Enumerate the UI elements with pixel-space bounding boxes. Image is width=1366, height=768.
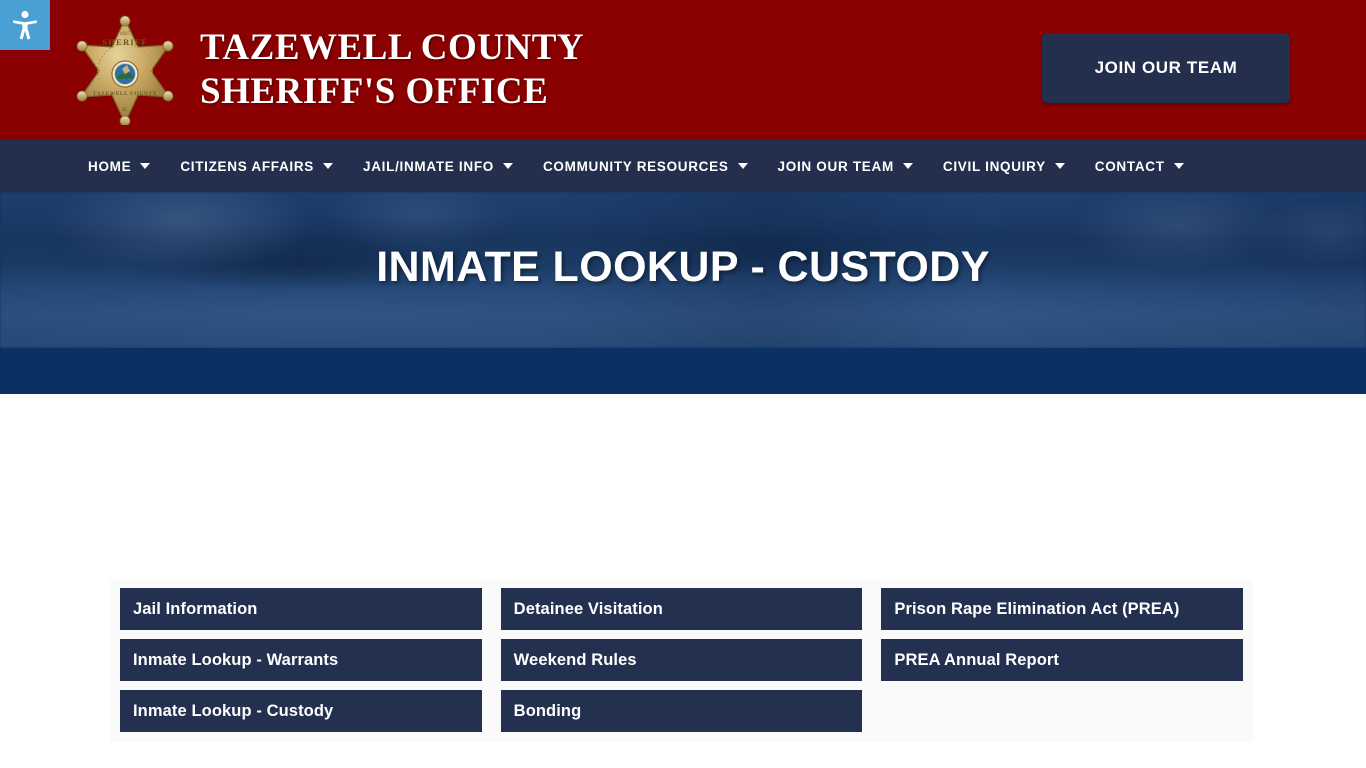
sheriff-star-badge-icon: SHERIFF 1827 TAZEWELL COUNTY IL xyxy=(70,15,180,125)
chevron-down-icon xyxy=(323,163,334,169)
link-prea[interactable]: Prison Rape Elimination Act (PREA) xyxy=(881,588,1244,630)
nav-label: CIVIL INQUIRY xyxy=(942,158,1046,174)
link-weekend-rules[interactable]: Weekend Rules xyxy=(500,639,863,681)
nav-label: COMMUNITY RESOURCES xyxy=(542,158,729,174)
link-prea-annual-report[interactable]: PREA Annual Report xyxy=(881,639,1244,681)
nav-item-civil-inquiry[interactable]: CIVIL INQUIRY xyxy=(943,140,1065,192)
nav-item-jail-inmate-info[interactable]: JAIL/INMATE INFO xyxy=(363,140,513,192)
main-content: Jail Information Inmate Lookup - Warrant… xyxy=(0,394,1366,768)
hero-banner: INMATE LOOKUP - CUSTODY xyxy=(0,192,1366,394)
nav-label: CONTACT xyxy=(1094,158,1165,174)
nav-label: JOIN OUR TEAM xyxy=(777,158,894,174)
chevron-down-icon xyxy=(902,163,913,169)
link-detainee-visitation[interactable]: Detainee Visitation xyxy=(500,588,863,630)
links-column-2: Detainee Visitation Weekend Rules Bondin… xyxy=(500,588,863,732)
chevron-down-icon xyxy=(140,163,151,169)
nav-item-contact[interactable]: CONTACT xyxy=(1095,140,1184,192)
main-navigation: HOME CITIZENS AFFAIRS JAIL/INMATE INFO C… xyxy=(0,140,1366,192)
svg-text:1827: 1827 xyxy=(120,31,131,37)
svg-text:SHERIFF: SHERIFF xyxy=(102,37,147,47)
brand-block[interactable]: SHERIFF 1827 TAZEWELL COUNTY IL TAZEWELL… xyxy=(70,15,584,125)
links-column-3: Prison Rape Elimination Act (PREA) PREA … xyxy=(881,588,1244,732)
nav-label: CITIZENS AFFAIRS xyxy=(180,158,315,174)
chevron-down-icon xyxy=(1054,163,1065,169)
nav-item-join-our-team[interactable]: JOIN OUR TEAM xyxy=(778,140,913,192)
chevron-down-icon xyxy=(502,163,513,169)
link-bonding[interactable]: Bonding xyxy=(500,690,863,732)
links-column-1: Jail Information Inmate Lookup - Warrant… xyxy=(120,588,482,732)
svg-text:TAZEWELL COUNTY: TAZEWELL COUNTY xyxy=(93,91,157,97)
nav-label: JAIL/INMATE INFO xyxy=(363,158,494,174)
page-title: INMATE LOOKUP - CUSTODY xyxy=(376,242,990,291)
accessibility-widget-button[interactable] xyxy=(0,0,50,50)
link-inmate-lookup-warrants[interactable]: Inmate Lookup - Warrants xyxy=(120,639,482,681)
join-our-team-button[interactable]: JOIN OUR TEAM xyxy=(1042,33,1290,103)
nav-item-home[interactable]: HOME xyxy=(88,140,151,192)
link-jail-information[interactable]: Jail Information xyxy=(120,588,482,630)
site-header: SHERIFF 1827 TAZEWELL COUNTY IL TAZEWELL… xyxy=(0,0,1366,140)
svg-text:IL: IL xyxy=(122,107,128,113)
quick-links-panel: Jail Information Inmate Lookup - Warrant… xyxy=(110,580,1253,742)
link-inmate-lookup-custody[interactable]: Inmate Lookup - Custody xyxy=(120,690,482,732)
nav-item-community-resources[interactable]: COMMUNITY RESOURCES xyxy=(543,140,748,192)
accessibility-person-icon xyxy=(11,10,39,40)
nav-label: HOME xyxy=(88,158,132,174)
nav-item-citizens-affairs[interactable]: CITIZENS AFFAIRS xyxy=(180,140,334,192)
site-title: TAZEWELL COUNTY SHERIFF'S OFFICE xyxy=(200,27,585,112)
chevron-down-icon xyxy=(1173,163,1184,169)
hero-bottom-strip xyxy=(0,348,1366,394)
chevron-down-icon xyxy=(737,163,748,169)
